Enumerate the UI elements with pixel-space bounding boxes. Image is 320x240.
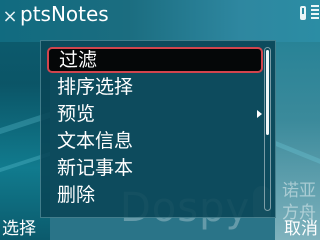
- menu-item-label: 文本信息: [57, 130, 134, 152]
- menu-scrollbar[interactable]: [264, 47, 271, 211]
- options-menu: 过滤 排序选择 预览 文本信息 新记事本 删除: [40, 40, 276, 218]
- menu-item-label: 删除: [57, 184, 96, 206]
- menu-item-sort[interactable]: 排序选择: [47, 74, 263, 100]
- menu-item-filter[interactable]: 过滤: [47, 47, 263, 73]
- close-icon[interactable]: ×: [2, 5, 18, 29]
- menu-item-delete[interactable]: 删除: [47, 182, 263, 208]
- menu-item-label: 预览: [57, 103, 96, 125]
- left-softkey[interactable]: 选择: [2, 218, 36, 240]
- menu-item-new-notebook[interactable]: 新记事本: [47, 155, 263, 181]
- battery-icon: [300, 6, 306, 20]
- right-softkey[interactable]: 取消: [284, 218, 318, 240]
- menu-item-preview[interactable]: 预览: [47, 101, 263, 127]
- menu-item-label: 新记事本: [57, 157, 134, 179]
- menu-item-text-info[interactable]: 文本信息: [47, 128, 263, 154]
- phone-screen: × ptsNotes Dospy 诺亚方舟 过滤 排序选择 预览 文本信息 新记…: [0, 0, 320, 240]
- scrollbar-thumb[interactable]: [266, 50, 269, 135]
- menu-item-label: 过滤: [59, 49, 98, 71]
- app-title: ptsNotes: [20, 2, 109, 26]
- signal-strength-icon: [311, 5, 319, 21]
- submenu-arrow-icon: [257, 110, 262, 118]
- title-bar: × ptsNotes: [0, 0, 320, 34]
- menu-item-label: 排序选择: [57, 76, 134, 98]
